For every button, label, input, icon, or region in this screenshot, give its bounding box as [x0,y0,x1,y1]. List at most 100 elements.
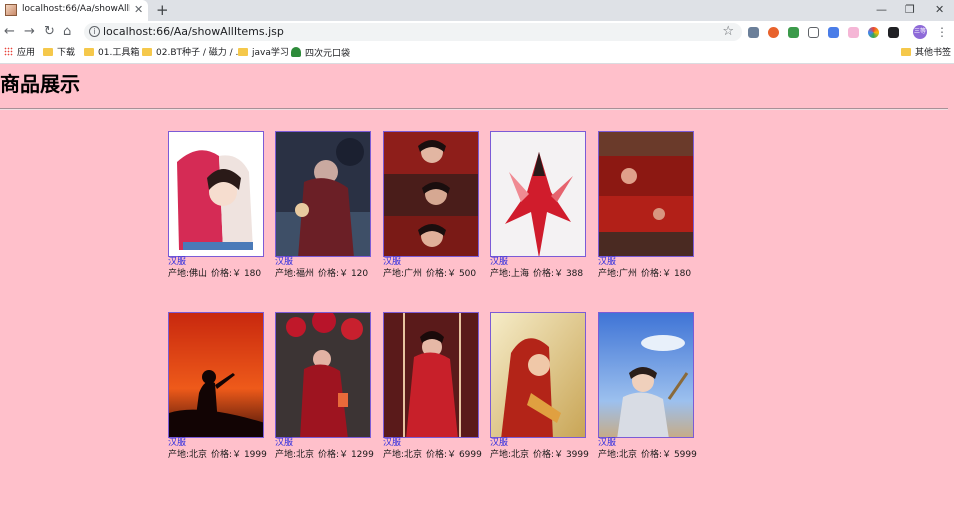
bookmark-folder[interactable]: 下载 [43,47,75,60]
extension-icon[interactable] [788,27,799,38]
product-card: 汉服 产地:北京 价格:￥ 1299 [275,312,375,461]
portrait-red-swing-icon[interactable] [383,312,479,438]
product-origin: 产地:北京 [275,450,315,460]
bookmark-apps[interactable]: 应用 [4,47,35,60]
portrait-red-veil-icon[interactable] [168,131,264,257]
back-arrow-icon[interactable]: ← [4,24,15,40]
product-card: 汉服 产地:上海 价格:￥ 388 [490,131,590,280]
product-card: 汉服 产地:佛山 价格:￥ 180 [168,131,268,280]
product-origin: 产地:北京 [168,450,208,460]
extension-icon[interactable] [848,27,859,38]
reload-icon[interactable]: ↻ [44,24,55,40]
category-link[interactable]: 汉服 [168,438,268,449]
portrait-blue-sky-icon[interactable] [598,312,694,438]
extension-icon[interactable] [868,27,879,38]
browser-toolbar: ← → ↻ ⌂ i localhost:66/Aa/showAllItems.j… [0,21,954,43]
portrait-collage-icon[interactable] [383,131,479,257]
category-link[interactable]: 汉服 [383,257,483,268]
folder-icon [901,48,911,56]
product-price: 价格:￥ 500 [426,269,477,279]
url-text[interactable]: localhost:66/Aa/showAllItems.jsp [103,25,284,38]
product-info: 产地:福州 价格:￥ 120 [275,268,375,280]
product-origin: 产地:北京 [490,450,530,460]
product-price: 价格:￥ 180 [211,269,262,279]
folder-icon [238,48,248,56]
product-price: 价格:￥ 120 [318,269,369,279]
divider [0,108,948,110]
portrait-white-red-icon[interactable] [490,131,586,257]
product-card: 汉服 产地:北京 价格:￥ 6999 [383,312,483,461]
product-origin: 产地:佛山 [168,269,208,279]
product-price: 价格:￥ 1299 [318,450,374,460]
product-info: 产地:北京 价格:￥ 6999 [383,449,483,461]
address-bar[interactable]: i localhost:66/Aa/showAllItems.jsp ☆ [84,23,742,41]
portrait-red-scenes-icon[interactable] [598,131,694,257]
bookmark-folder[interactable]: java学习 [238,47,289,60]
favicon-icon [5,4,17,16]
portrait-red-hood-icon[interactable] [490,312,586,438]
portrait-red-flowers-icon[interactable] [275,312,371,438]
product-price: 价格:￥ 1999 [211,450,267,460]
product-card: 汉服 产地:广州 价格:￥ 180 [598,131,698,280]
home-icon[interactable]: ⌂ [63,24,71,40]
category-link[interactable]: 汉服 [383,438,483,449]
tree-icon [291,47,301,57]
product-price: 价格:￥ 3999 [533,450,589,460]
translate-icon[interactable] [828,27,839,38]
category-link[interactable]: 汉服 [275,438,375,449]
folder-icon [43,48,53,56]
bookmark-link[interactable]: 四次元口袋 [291,47,350,60]
product-card: 汉服 产地:广州 价格:￥ 500 [383,131,483,280]
minimize-icon[interactable]: — [876,3,887,17]
tab-strip: localhost:66/Aa/showAllItems.j ✕ + — ❐ ✕ [0,0,954,21]
bookmarks-bar: 应用 下载 01.工具箱 02.BT种子 / 磁力 / ... java学习 四… [0,43,954,64]
browser-tab[interactable]: localhost:66/Aa/showAllItems.j ✕ [0,0,148,21]
product-card: 汉服 产地:北京 价格:￥ 5999 [598,312,698,461]
product-info: 产地:北京 价格:￥ 1999 [168,449,268,461]
category-link[interactable]: 汉服 [275,257,375,268]
product-info: 产地:广州 价格:￥ 500 [383,268,483,280]
product-origin: 产地:广州 [383,269,423,279]
apps-grid-icon [4,47,13,56]
restore-icon[interactable]: ❐ [905,3,915,17]
product-card: 汉服 产地:北京 价格:￥ 3999 [490,312,590,461]
product-price: 价格:￥ 180 [641,269,692,279]
close-tab-icon[interactable]: ✕ [134,3,143,17]
product-info: 产地:佛山 价格:￥ 180 [168,268,268,280]
other-bookmarks[interactable]: 其他书签 [901,47,951,60]
product-origin: 产地:上海 [490,269,530,279]
product-info: 产地:上海 价格:￥ 388 [490,268,590,280]
product-origin: 产地:北京 [598,450,638,460]
extension-icon[interactable] [768,27,779,38]
product-origin: 产地:北京 [383,450,423,460]
page-title: 商品展示 [0,72,80,96]
avatar[interactable]: 三等 [913,25,927,39]
category-link[interactable]: 汉服 [598,257,698,268]
product-price: 价格:￥ 5999 [641,450,697,460]
category-link[interactable]: 汉服 [168,257,268,268]
more-menu-icon[interactable]: ⋮ [936,25,948,39]
new-tab-icon[interactable]: + [156,2,169,18]
site-info-icon[interactable]: i [89,26,100,37]
portrait-dark-lantern-icon[interactable] [275,131,371,257]
category-link[interactable]: 汉服 [490,257,590,268]
bookmark-folder[interactable]: 01.工具箱 [84,47,139,60]
forward-arrow-icon[interactable]: → [24,24,35,40]
product-info: 产地:广州 价格:￥ 180 [598,268,698,280]
category-link[interactable]: 汉服 [490,438,590,449]
tab-title: localhost:66/Aa/showAllItems.j [22,4,130,14]
category-link[interactable]: 汉服 [598,438,698,449]
product-card: 汉服 产地:北京 价格:￥ 1999 [168,312,268,461]
extension-icon[interactable] [888,27,899,38]
folder-icon [142,48,152,56]
silhouette-sunset-icon[interactable] [168,312,264,438]
bookmark-manager-icon[interactable] [808,27,819,38]
bookmark-star-icon[interactable]: ☆ [722,24,734,39]
bookmark-folder[interactable]: 02.BT种子 / 磁力 / ... [142,47,244,60]
product-info: 产地:北京 价格:￥ 5999 [598,449,698,461]
product-card: 汉服 产地:福州 价格:￥ 120 [275,131,375,280]
product-price: 价格:￥ 388 [533,269,584,279]
folder-icon [84,48,94,56]
close-window-icon[interactable]: ✕ [935,3,944,17]
extension-icon[interactable] [748,27,759,38]
